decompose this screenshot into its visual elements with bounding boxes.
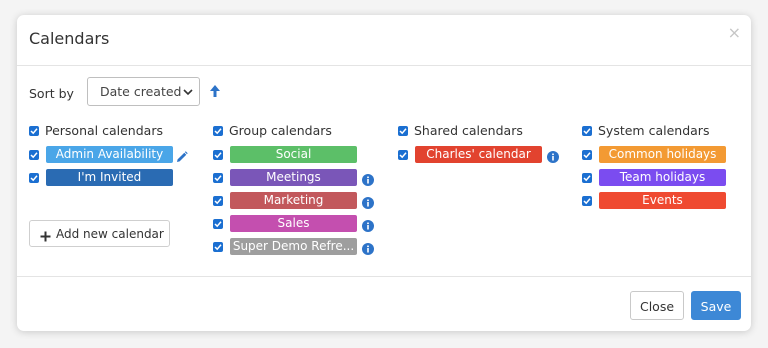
- dialog-header: Calendars ×: [17, 15, 751, 66]
- calendar-checkbox[interactable]: [213, 150, 223, 160]
- plus-icon: [40, 227, 51, 246]
- calendar-item: Social: [213, 146, 413, 163]
- calendar-checkbox[interactable]: [398, 150, 408, 160]
- save-button[interactable]: Save: [691, 291, 741, 320]
- info-icon[interactable]: [362, 240, 374, 259]
- calendar-tag[interactable]: Sales: [230, 215, 357, 232]
- arrow-up-icon[interactable]: [209, 83, 221, 102]
- calendar-item: Super Demo Refre...: [213, 238, 413, 255]
- calendar-item: Admin Availability: [29, 146, 229, 163]
- close-icon[interactable]: ×: [728, 25, 741, 41]
- calendar-item: Charles' calendar: [398, 146, 598, 163]
- calendar-tag[interactable]: Meetings: [230, 169, 357, 186]
- calendar-checkbox[interactable]: [582, 196, 592, 206]
- calendar-tag[interactable]: Social: [230, 146, 357, 163]
- add-calendar-button[interactable]: Add new calendar: [29, 220, 170, 247]
- chevron-down-icon: [182, 82, 194, 105]
- personal-calendars-checkbox[interactable]: [29, 126, 39, 136]
- info-icon[interactable]: [362, 194, 374, 213]
- dialog-title: Calendars: [29, 29, 110, 48]
- info-icon[interactable]: [362, 171, 374, 190]
- close-button[interactable]: Close: [630, 291, 684, 320]
- calendar-checkbox[interactable]: [582, 173, 592, 183]
- calendar-tag[interactable]: Super Demo Refre...: [230, 238, 357, 255]
- calendar-item: Team holidays: [582, 169, 751, 186]
- calendar-checkbox[interactable]: [213, 242, 223, 252]
- calendar-item: Common holidays: [582, 146, 751, 163]
- info-icon[interactable]: [362, 217, 374, 236]
- calendar-tag[interactable]: Admin Availability: [46, 146, 173, 163]
- calendar-tag[interactable]: Common holidays: [599, 146, 726, 163]
- calendar-checkbox[interactable]: [213, 219, 223, 229]
- calendar-checkbox[interactable]: [582, 150, 592, 160]
- calendar-tag[interactable]: I'm Invited: [46, 169, 173, 186]
- column-header-label: Personal calendars: [45, 123, 163, 138]
- calendar-checkbox[interactable]: [213, 196, 223, 206]
- calendar-tag[interactable]: Team holidays: [599, 169, 726, 186]
- system-calendars-checkbox[interactable]: [582, 126, 592, 136]
- calendar-item: Sales: [213, 215, 413, 232]
- calendar-item: Events: [582, 192, 751, 209]
- dialog-footer: Close Save: [17, 276, 751, 331]
- calendar-tag[interactable]: Marketing: [230, 192, 357, 209]
- column-header-label: Group calendars: [229, 123, 332, 138]
- info-icon[interactable]: [547, 148, 559, 167]
- sort-select-value: Date created: [100, 84, 182, 99]
- sort-label: Sort by: [29, 86, 74, 101]
- pencil-icon[interactable]: [176, 148, 188, 167]
- calendar-tag[interactable]: Charles' calendar: [415, 146, 542, 163]
- group-calendars-checkbox[interactable]: [213, 126, 223, 136]
- column-header-label: Shared calendars: [414, 123, 523, 138]
- column-header-label: System calendars: [598, 123, 710, 138]
- calendar-item: Marketing: [213, 192, 413, 209]
- calendar-checkbox[interactable]: [213, 173, 223, 183]
- calendar-checkbox[interactable]: [29, 173, 39, 183]
- sort-select[interactable]: Date created: [87, 77, 200, 106]
- shared-calendars-checkbox[interactable]: [398, 126, 408, 136]
- calendar-item: Meetings: [213, 169, 413, 186]
- add-calendar-label: Add new calendar: [56, 227, 164, 241]
- calendar-checkbox[interactable]: [29, 150, 39, 160]
- calendar-tag[interactable]: Events: [599, 192, 726, 209]
- calendar-item: I'm Invited: [29, 169, 229, 186]
- calendars-dialog: Calendars × Sort by Date created Persona…: [17, 15, 751, 331]
